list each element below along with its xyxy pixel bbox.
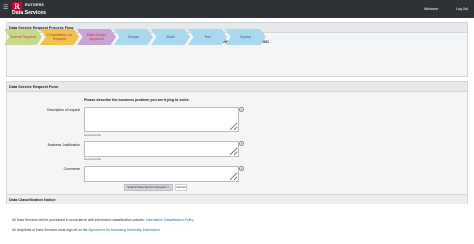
required-note: Required Field (84, 134, 101, 137)
panel-title: Data Service Request Form (7, 82, 467, 92)
description-textarea[interactable] (84, 107, 239, 132)
notice-text: All recipients of Data Services must sig… (12, 228, 88, 232)
notice-line-1: All Data Services will be processed in a… (12, 218, 194, 222)
step-consultation: Consultation on Request (40, 29, 79, 45)
app-title[interactable]: Data Services (12, 10, 46, 16)
access-agreement-link[interactable]: Agreement for Accessing University Infor… (88, 228, 159, 232)
description-label: Description of request (47, 108, 80, 112)
submit-request-button[interactable]: Submit Data Service Request ⇨ (124, 184, 173, 191)
submit-label: Submit Data Service Request (127, 185, 167, 189)
step-deploy: Deploy (225, 29, 266, 45)
step-data-owner-approval: Data Owner Approval (77, 29, 116, 45)
logout-link[interactable]: Log Out (456, 7, 468, 11)
required-note: Required Field (84, 158, 101, 161)
brand-name: RUTGERS (25, 3, 44, 7)
send-icon: ⇨ (167, 185, 170, 189)
notice-line-2: All recipients of Data Services must sig… (12, 228, 160, 232)
step-submit-request: Submit Request (4, 29, 42, 45)
justification-textarea[interactable] (84, 141, 239, 157)
step-build: Build (151, 29, 190, 45)
comments-label: Comments (63, 167, 80, 171)
help-icon[interactable]: ? (239, 141, 244, 146)
help-icon[interactable]: ? (239, 166, 244, 171)
step-test: Test (188, 29, 227, 45)
comments-textarea[interactable] (84, 166, 239, 182)
hamburger-icon[interactable]: ☰ (3, 5, 8, 11)
process-steps: Submit Request Consultation on Request D… (4, 29, 266, 45)
top-nav-bar: ☰ R RUTGERS Data Services Welcome Log Ou… (0, 0, 474, 18)
welcome-link[interactable]: Welcome (424, 7, 438, 11)
notice-text: All Data Services will be processed in a… (12, 218, 145, 222)
classification-policy-link[interactable]: Information Classification Policy (146, 218, 194, 222)
step-design: Design (114, 29, 153, 45)
form-instruction: Please describe the business problem you… (84, 98, 190, 102)
justification-label: Business Justification (47, 143, 80, 147)
help-icon[interactable]: ? (239, 107, 244, 112)
cancel-button[interactable]: Cancel (175, 184, 187, 191)
